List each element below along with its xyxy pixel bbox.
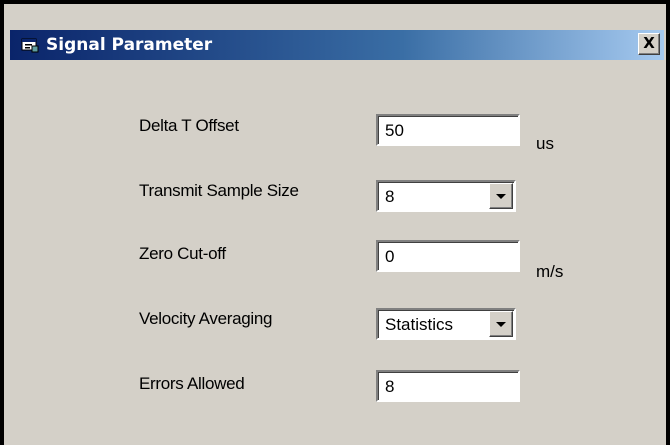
transmit-sample-size-value: 8 bbox=[385, 187, 395, 206]
close-button[interactable]: X bbox=[638, 33, 660, 55]
transmit-sample-size-dropdown[interactable]: 8 bbox=[376, 180, 516, 212]
transmit-sample-size-label: Transmit Sample Size bbox=[139, 181, 299, 200]
velocity-averaging-value: Statistics bbox=[385, 315, 454, 334]
dialog-title: Signal Parameter bbox=[46, 35, 213, 55]
chevron-down-icon bbox=[496, 322, 506, 327]
zero-cutoff-label: Zero Cut-off bbox=[139, 244, 226, 263]
signal-parameter-dialog: Signal Parameter X Delta T Offset 50 us … bbox=[0, 0, 670, 445]
errors-allowed-input[interactable]: 8 bbox=[376, 370, 520, 402]
errors-allowed-value: 8 bbox=[385, 377, 395, 396]
zero-cutoff-value: 0 bbox=[385, 247, 395, 266]
errors-allowed-label: Errors Allowed bbox=[139, 374, 245, 393]
zero-cutoff-input[interactable]: 0 bbox=[376, 240, 520, 272]
delta-t-offset-unit: us bbox=[536, 134, 554, 153]
delta-t-offset-label: Delta T Offset bbox=[139, 116, 239, 135]
title-bar[interactable]: Signal Parameter X bbox=[10, 30, 664, 60]
chevron-down-icon bbox=[496, 194, 506, 199]
velocity-averaging-dropdown-button[interactable] bbox=[489, 311, 513, 337]
velocity-averaging-label: Velocity Averaging bbox=[139, 309, 273, 328]
transmit-sample-size-dropdown-button[interactable] bbox=[489, 183, 513, 209]
delta-t-offset-input[interactable]: 50 bbox=[376, 114, 520, 146]
delta-t-offset-value: 50 bbox=[385, 121, 404, 140]
velocity-averaging-dropdown[interactable]: Statistics bbox=[376, 308, 516, 340]
zero-cutoff-unit: m/s bbox=[536, 262, 564, 281]
app-window-icon bbox=[21, 38, 39, 53]
